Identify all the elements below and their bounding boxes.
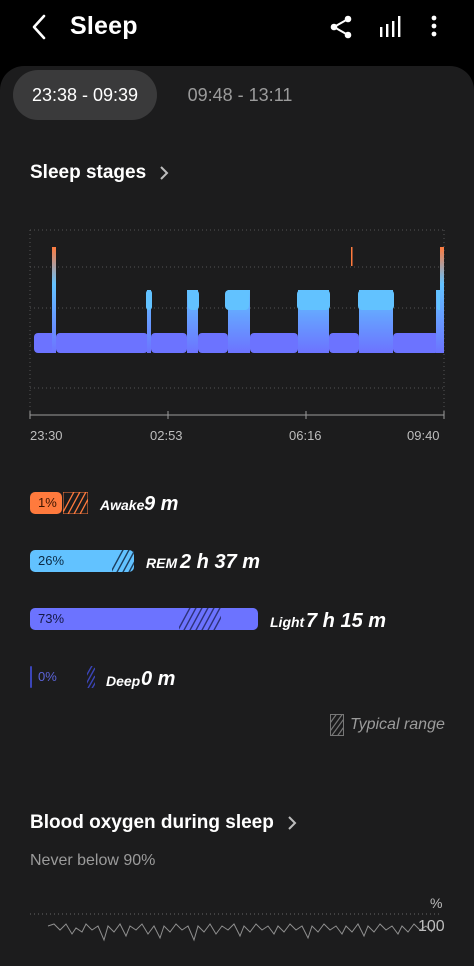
- deep-duration: 0 m: [141, 668, 176, 690]
- back-arrow-icon[interactable]: [26, 10, 58, 44]
- awake-percent: 1%: [38, 495, 57, 510]
- share-icon[interactable]: [327, 13, 355, 41]
- tab-session-1[interactable]: 23:38 - 09:39: [13, 70, 157, 120]
- tab-session-2[interactable]: 09:48 - 13:11: [170, 70, 310, 120]
- rem-percent: 26%: [38, 553, 65, 568]
- light-segment: [151, 333, 187, 353]
- typical-range-swatch-icon: [330, 714, 344, 736]
- stage-row-awake: 1%: [30, 492, 90, 514]
- chevron-right-icon: [160, 166, 169, 180]
- stage-row-rem: 26%: [30, 550, 140, 572]
- blood-oxygen-line: [47, 923, 433, 942]
- sleep-stages-link[interactable]: Sleep stages: [30, 162, 169, 184]
- blood-oxygen-chart: [30, 913, 440, 942]
- rem-label: REM: [146, 555, 178, 571]
- stage-row-light: 73%: [30, 608, 258, 630]
- blood-oxygen-link[interactable]: Blood oxygen during sleep: [30, 812, 297, 834]
- awake-spike: [52, 247, 56, 353]
- light-segment: [198, 333, 228, 353]
- awake-typical-range: [63, 492, 88, 514]
- rem-segment: [188, 290, 199, 310]
- stats-icon[interactable]: [377, 13, 405, 41]
- page-title: Sleep: [70, 12, 138, 40]
- light-segment: [393, 333, 439, 353]
- blood-oxygen-title: Blood oxygen during sleep: [30, 812, 274, 833]
- awake-label: Awake: [100, 497, 145, 513]
- deep-percent: 0%: [38, 669, 57, 684]
- deep-bar: [30, 666, 32, 688]
- awake-spike: [351, 247, 353, 266]
- x-tick-label: 23:30: [30, 428, 63, 443]
- rem-typical-range: [112, 550, 134, 572]
- x-tick-label: 06:16: [289, 428, 322, 443]
- light-segment: [250, 333, 298, 353]
- rem-duration: 2 h 37 m: [180, 551, 261, 573]
- light-segment: [56, 333, 148, 353]
- light-duration: 7 h 15 m: [306, 610, 387, 632]
- x-tick-label: 09:40: [407, 428, 440, 443]
- sleep-stages-title: Sleep stages: [30, 162, 147, 183]
- stage-row-deep: 0%: [30, 666, 100, 688]
- rem-segment: [358, 290, 394, 310]
- rem-segment: [297, 290, 330, 310]
- light-typical-range: [179, 608, 221, 630]
- light-percent: 73%: [38, 611, 65, 626]
- rem-segment: [225, 290, 249, 310]
- sleep-stages-chart: [29, 229, 445, 419]
- typical-range-label: Typical range: [350, 716, 445, 733]
- chevron-right-icon: [288, 816, 297, 830]
- deep-typical-range: [87, 666, 95, 688]
- x-tick-label: 02:53: [150, 428, 183, 443]
- typical-range-legend: Typical range: [330, 714, 450, 738]
- awake-spike: [440, 247, 444, 353]
- awake-duration: 9 m: [144, 493, 179, 515]
- light-bar: [30, 608, 258, 630]
- light-label: Light: [270, 614, 305, 630]
- app-bar: Sleep: [0, 0, 474, 56]
- rem-segment: [146, 290, 152, 310]
- blood-oxygen-subtitle: Never below 90%: [30, 852, 156, 869]
- deep-label: Deep: [106, 673, 141, 689]
- blood-oxygen-unit: %: [430, 895, 443, 911]
- more-icon[interactable]: [421, 13, 449, 41]
- blood-oxygen-top-label: 100: [418, 918, 445, 935]
- light-segment: [329, 333, 359, 353]
